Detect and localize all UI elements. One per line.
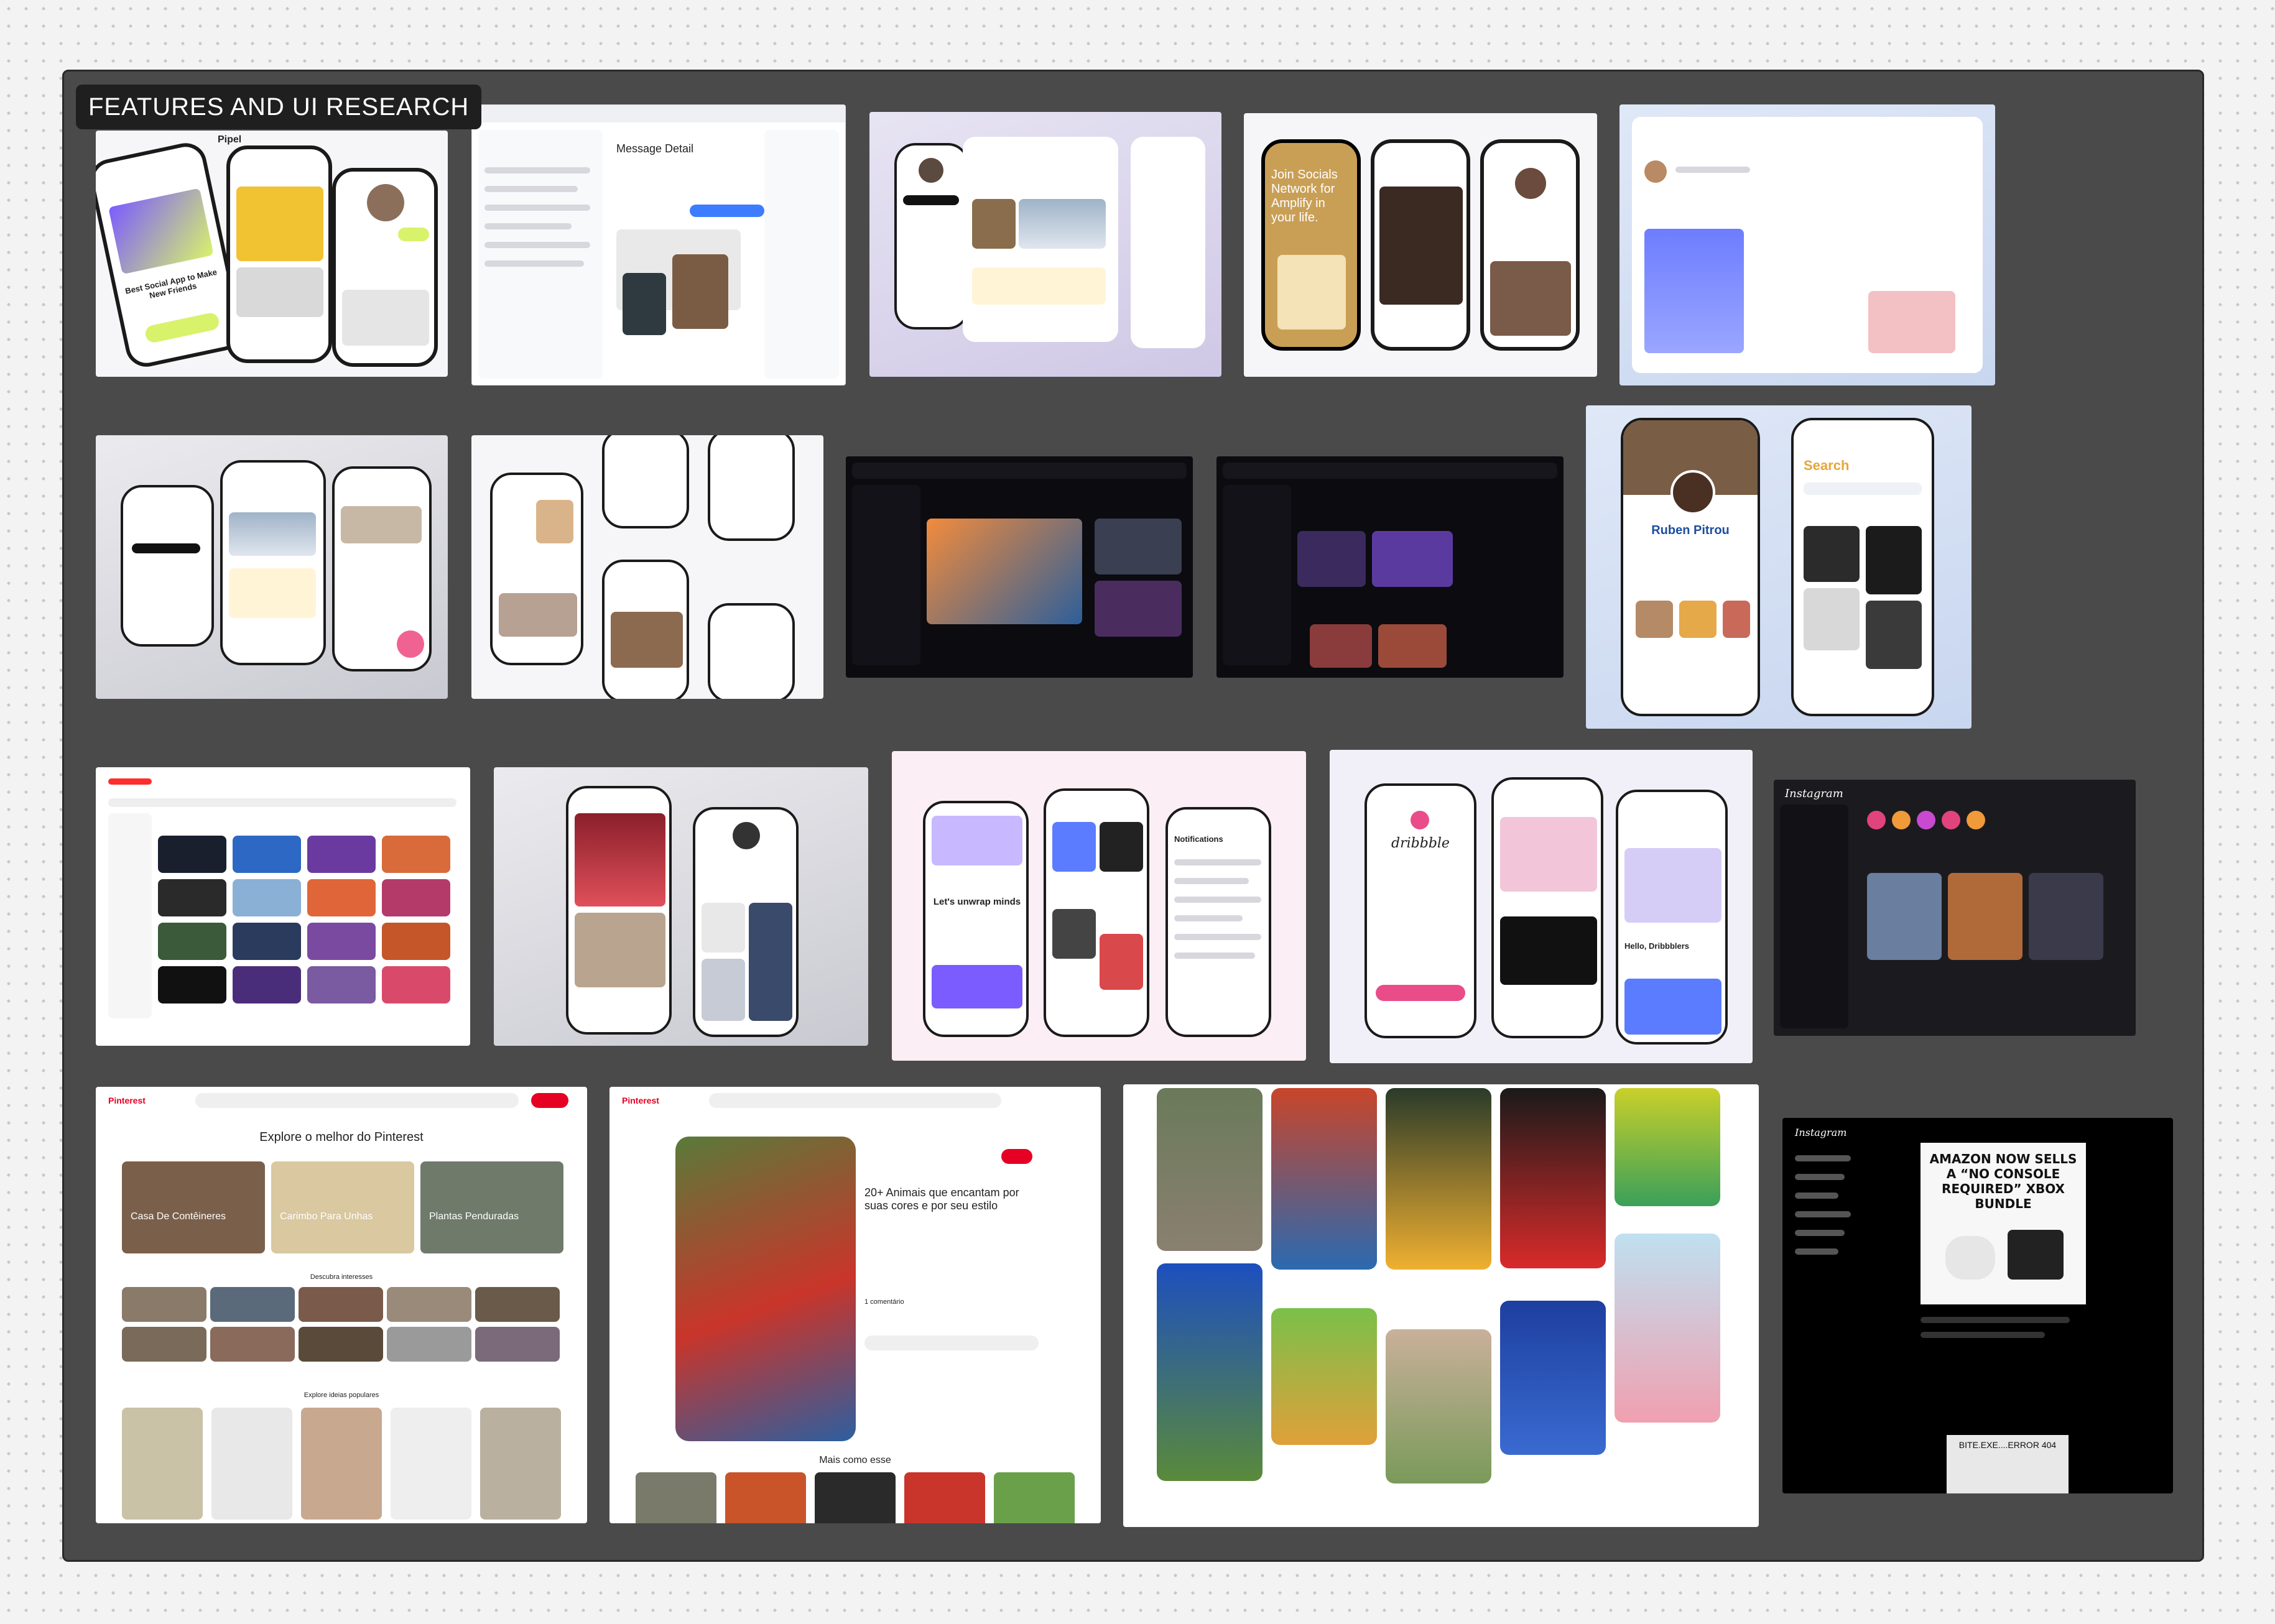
pin-card[interactable] [1615, 1234, 1720, 1423]
more-like-this: Mais como esse [819, 1455, 891, 1465]
message-detail-title: Message Detail [616, 142, 694, 155]
screenshot-pinterest-explore[interactable]: Pinterest Explore o melhor do Pinterest … [96, 1087, 587, 1523]
screenshot-animal-pins[interactable] [1123, 1084, 1759, 1527]
pinterest-pin-brand: Pinterest [622, 1096, 659, 1105]
phone-mockup: Notifications [1165, 807, 1271, 1037]
category-card[interactable]: Casa De Contêineres [122, 1161, 265, 1253]
phone-mockup: Let's unwrap minds [923, 801, 1029, 1037]
pin-title: 20+ Animais que encantam por suas cores … [864, 1186, 1019, 1212]
phone-mockup: Ruben Pitrou [1621, 418, 1760, 716]
screenshot-dark-feed[interactable] [846, 456, 1193, 678]
phone-mockup [332, 466, 432, 671]
screenshot-dark-feed-alt[interactable] [1216, 456, 1564, 678]
pinterest-brand: Pinterest [108, 1096, 146, 1105]
phone-mockup: Search [1791, 418, 1934, 716]
social-app-headline: Best Social App to Make New Friends [124, 267, 218, 300]
instagram-dark-logo: Instagram [1785, 787, 1843, 800]
screenshot-photo-app[interactable] [494, 767, 868, 1046]
screenshot-linkedin[interactable] [1619, 104, 1995, 385]
pinterest-explore-heading: Explore o melhor do Pinterest [259, 1130, 424, 1144]
screenshot-instagram-dark[interactable]: Instagram [1774, 780, 2136, 1036]
screenshot-onboarding[interactable]: Let's unwrap minds Notifications [892, 751, 1306, 1061]
screenshot-join-socials[interactable]: Join Socials Network for Amplify in your… [1244, 113, 1597, 377]
category-card[interactable]: Plantas Penduradas [420, 1161, 563, 1253]
phone-mockup [894, 143, 969, 330]
screenshot-video-grid[interactable] [96, 767, 470, 1046]
post-footer: BITE.EXE....ERROR 404 [1958, 1440, 2057, 1450]
pin-card[interactable] [1500, 1088, 1606, 1268]
pin-card[interactable] [1386, 1088, 1491, 1270]
screenshot-instagram-post[interactable]: Instagram AMAZON NOW SELLS A “NO CONSOLE… [1782, 1118, 2173, 1493]
phone-mockup [602, 560, 689, 699]
dribbble-logo: dribbble [1391, 836, 1450, 851]
screenshot-dribbble[interactable]: dribbble Hello, Dribbblers [1330, 750, 1753, 1063]
phone-mockup [1044, 788, 1149, 1037]
phone-mockup [1491, 777, 1603, 1038]
notifications-title: Notifications [1174, 834, 1223, 844]
screenshot-message-detail[interactable]: Message Detail [471, 104, 846, 385]
pin-card[interactable] [1386, 1329, 1491, 1483]
phone-mockup [1480, 139, 1580, 351]
phone-mockup [121, 485, 214, 647]
phone-mockup: dribbble [1365, 783, 1476, 1038]
create-account-button[interactable] [531, 1093, 568, 1108]
profile-name: Ruben Pitrou [1651, 524, 1730, 537]
phone-mockup [226, 145, 332, 363]
phone-mockup [693, 807, 799, 1037]
phone-mockup [602, 435, 689, 528]
phone-mockup [490, 473, 583, 665]
screenshot-pinterest-pin[interactable]: Pinterest 20+ Animais que encantam por s… [609, 1087, 1101, 1523]
pin-comments: 1 comentário [864, 1298, 904, 1306]
phone-mockup: Join Socials Network for Amplify in your… [1261, 139, 1361, 351]
phone-mockup [332, 168, 438, 367]
phone-mockup: Best Social App to Make New Friends [96, 139, 246, 371]
phone-mockup [708, 435, 795, 541]
pin-card[interactable] [1157, 1263, 1263, 1481]
phone-mockup [566, 786, 672, 1035]
category-card[interactable]: Carimbo Para Unhas [271, 1161, 414, 1253]
screenshot-music-profile[interactable]: Ruben Pitrou Search [1586, 405, 1972, 729]
interests-heading: Descubra interesses [310, 1273, 373, 1281]
screenshot-feeds[interactable] [869, 112, 1221, 377]
post-image: AMAZON NOW SELLS A “NO CONSOLE REQUIRED”… [1921, 1143, 2086, 1304]
screenshot-social-app[interactable]: Best Social App to Make New Friends Pipe… [96, 131, 448, 377]
board-title: FEATURES AND UI RESEARCH [76, 85, 482, 129]
onboarding-headline: Let's unwrap minds [933, 897, 1021, 907]
pin-card[interactable] [1271, 1308, 1377, 1445]
social-app-brand: Pipel [218, 134, 242, 145]
screenshot-multi-phones[interactable] [471, 435, 823, 699]
dribbble-hello: Hello, Dribbblers [1624, 941, 1690, 951]
join-socials-headline: Join Socials Network for Amplify in your… [1271, 168, 1338, 224]
popular-heading: Explore ideias populares [303, 1391, 379, 1399]
search-title: Search [1804, 458, 1850, 473]
pin-card[interactable] [1500, 1301, 1606, 1455]
pin-card[interactable] [1157, 1088, 1263, 1251]
phone-mockup [1371, 139, 1470, 351]
phone-mockup: Hello, Dribbblers [1616, 790, 1728, 1045]
save-button[interactable] [1001, 1149, 1032, 1164]
post-headline: AMAZON NOW SELLS A “NO CONSOLE REQUIRED”… [1929, 1151, 2077, 1211]
pin-card[interactable] [1615, 1088, 1720, 1206]
phone-mockup [708, 603, 795, 699]
instagram-logo: Instagram [1795, 1127, 1847, 1138]
phone-mockup [220, 460, 326, 665]
pin-card[interactable] [1271, 1088, 1377, 1270]
screenshot-feeds-phones[interactable] [96, 435, 448, 699]
